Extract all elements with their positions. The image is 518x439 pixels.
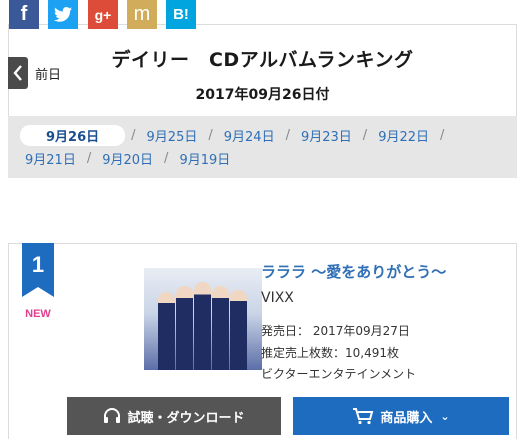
facebook-share-button[interactable]: f [9, 0, 39, 29]
record-label: ビクターエンタテインメント [261, 367, 417, 381]
hatena-bookmark-button[interactable]: B! [166, 0, 196, 29]
estimated-sales: 推定売上枚数：10,491枚 [261, 346, 399, 360]
date-tab-active[interactable]: 9月26日 [20, 125, 126, 146]
previous-day-button[interactable] [8, 57, 28, 89]
separator: / [164, 151, 169, 166]
ranking-header: デイリー CDアルバムランキング 2017年09月26日付 [8, 24, 517, 116]
date-tab[interactable]: 9月19日 [174, 149, 235, 168]
date-tab[interactable]: 9月24日 [219, 126, 280, 145]
date-tab[interactable]: 9月20日 [97, 149, 158, 168]
hatena-icon: B! [173, 6, 189, 23]
member-figure [212, 286, 229, 370]
member-figure [230, 290, 247, 370]
chevron-down-icon: ⌄ [440, 409, 450, 423]
purchase-button[interactable]: 商品購入 ⌄ [293, 397, 509, 435]
listen-download-label: 試聴・ダウンロード [127, 410, 245, 426]
date-tab[interactable]: 9月22日 [373, 126, 434, 145]
previous-day-label[interactable]: 前日 [35, 64, 61, 83]
separator: / [131, 128, 136, 143]
twitter-bird-icon [54, 7, 72, 22]
artist-name: VIXX [261, 290, 294, 306]
member-figure [158, 292, 175, 370]
member-figure [176, 286, 193, 370]
facebook-icon: f [20, 3, 28, 25]
date-tab[interactable]: 9月23日 [296, 126, 357, 145]
date-row: 9月21日 / 9月20日 / 9月19日 [20, 149, 235, 168]
date-tab[interactable]: 9月21日 [20, 149, 81, 168]
page-title: デイリー CDアルバムランキング [111, 49, 414, 71]
shopping-cart-icon [352, 407, 374, 425]
purchase-label: 商品購入 [380, 410, 433, 426]
mixi-icon: m [133, 3, 151, 25]
release-date: 発売日： 2017年09月27日 [261, 324, 410, 338]
googleplus-icon: g+ [94, 6, 112, 23]
listen-download-button[interactable]: 試聴・ダウンロード [67, 397, 281, 435]
new-badge: NEW [25, 308, 51, 320]
headphones-icon [103, 408, 121, 424]
chevron-left-icon [13, 65, 22, 81]
separator: / [86, 151, 92, 166]
googleplus-share-button[interactable]: g+ [88, 0, 118, 29]
mixi-share-button[interactable]: m [127, 0, 157, 29]
date-tab[interactable]: 9月25日 [142, 126, 203, 145]
separator: / [285, 128, 290, 143]
separator: / [208, 128, 213, 143]
twitter-share-button[interactable] [48, 0, 78, 29]
album-cover-image[interactable] [144, 268, 262, 370]
rank-number: 1 [31, 252, 45, 277]
date-selector: 9月26日 / 9月25日 / 9月24日 / 9月23日 / 9月22日 / … [8, 116, 517, 178]
separator: / [362, 128, 368, 143]
ranking-date: 2017年09月26日付 [195, 87, 330, 103]
album-title-link[interactable]: ラララ 〜愛をありがとう〜 [261, 261, 446, 282]
date-row: 9月26日 / 9月25日 / 9月24日 / 9月23日 / 9月22日 / [20, 125, 450, 146]
member-figure [194, 282, 211, 370]
separator: / [440, 128, 445, 143]
ranking-item: 1 NEW ラララ 〜愛をありがとう〜 VIXX 発売日： 2017年09月27… [8, 243, 517, 439]
